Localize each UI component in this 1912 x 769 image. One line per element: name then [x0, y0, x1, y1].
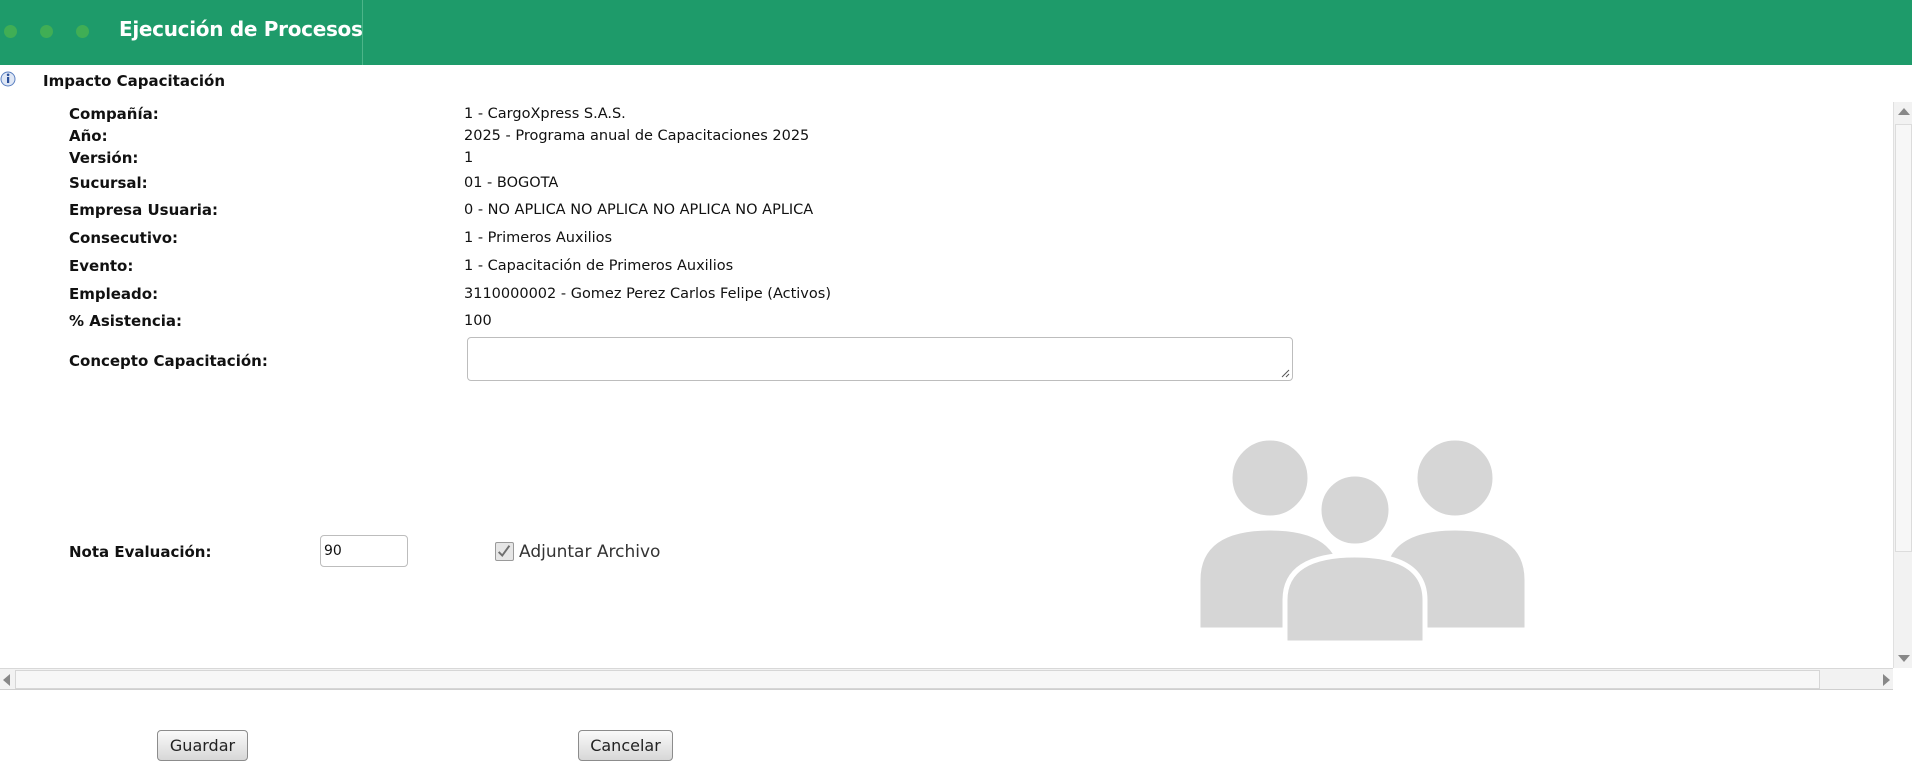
- info-icon[interactable]: [0, 70, 16, 88]
- field-value-version: 1: [464, 150, 474, 166]
- field-label-consecutivo: Consecutivo:: [69, 229, 179, 247]
- people-group-icon: [1195, 435, 1530, 646]
- concepto-label: Concepto Capacitación:: [69, 352, 268, 370]
- field-value-empleado: 3110000002 - Gomez Perez Carlos Felipe (…: [464, 286, 831, 302]
- field-label-empleado: Empleado:: [69, 285, 159, 303]
- title-bar: Ejecución de Procesos: [0, 0, 1912, 65]
- adjuntar-archivo-label[interactable]: Adjuntar Archivo: [519, 542, 660, 562]
- nota-evaluacion-input[interactable]: 90: [320, 535, 408, 567]
- scroll-up-icon[interactable]: [1898, 108, 1910, 115]
- title-separator: [362, 0, 363, 65]
- field-value-consecutivo: 1 - Primeros Auxilios: [464, 230, 613, 246]
- field-label-evento: Evento:: [69, 257, 134, 275]
- field-value-compania: 1 - CargoXpress S.A.S.: [464, 106, 626, 122]
- scroll-left-icon[interactable]: [3, 674, 10, 686]
- concepto-textarea[interactable]: [467, 337, 1293, 381]
- window-title: Ejecución de Procesos: [119, 17, 363, 41]
- field-value-evento: 1 - Capacitación de Primeros Auxilios: [464, 258, 734, 274]
- checkmark-icon: [497, 545, 511, 558]
- field-label-empresa-usuaria: Empresa Usuaria:: [69, 201, 219, 219]
- resize-grip-icon[interactable]: [1281, 369, 1290, 378]
- horizontal-scroll-thumb[interactable]: [15, 670, 1820, 689]
- field-value-asistencia: 100: [464, 313, 492, 329]
- nota-label: Nota Evaluación:: [69, 543, 212, 561]
- field-label-version: Versión:: [69, 149, 139, 167]
- adjuntar-archivo-checkbox[interactable]: [495, 542, 514, 561]
- field-label-anio: Año:: [69, 127, 108, 145]
- window-dot-icon: [76, 25, 89, 38]
- horizontal-scrollbar[interactable]: [0, 668, 1893, 690]
- scroll-right-icon[interactable]: [1883, 674, 1890, 686]
- vertical-scrollbar[interactable]: [1893, 102, 1912, 668]
- cancelar-button[interactable]: Cancelar: [578, 730, 673, 761]
- section-title: Impacto Capacitación: [43, 72, 225, 90]
- field-label-sucursal: Sucursal:: [69, 174, 148, 192]
- field-label-asistencia: % Asistencia:: [69, 312, 183, 330]
- field-label-compania: Compañía:: [69, 105, 159, 123]
- guardar-button[interactable]: Guardar: [157, 730, 248, 761]
- field-value-empresa-usuaria: 0 - NO APLICA NO APLICA NO APLICA NO APL…: [464, 202, 814, 218]
- window-dot-icon: [4, 25, 17, 38]
- field-value-anio: 2025 - Programa anual de Capacitaciones …: [464, 128, 810, 144]
- window-dot-icon: [40, 25, 53, 38]
- vertical-scroll-thumb[interactable]: [1895, 124, 1912, 552]
- scroll-down-icon[interactable]: [1898, 655, 1910, 662]
- field-value-sucursal: 01 - BOGOTA: [464, 175, 559, 191]
